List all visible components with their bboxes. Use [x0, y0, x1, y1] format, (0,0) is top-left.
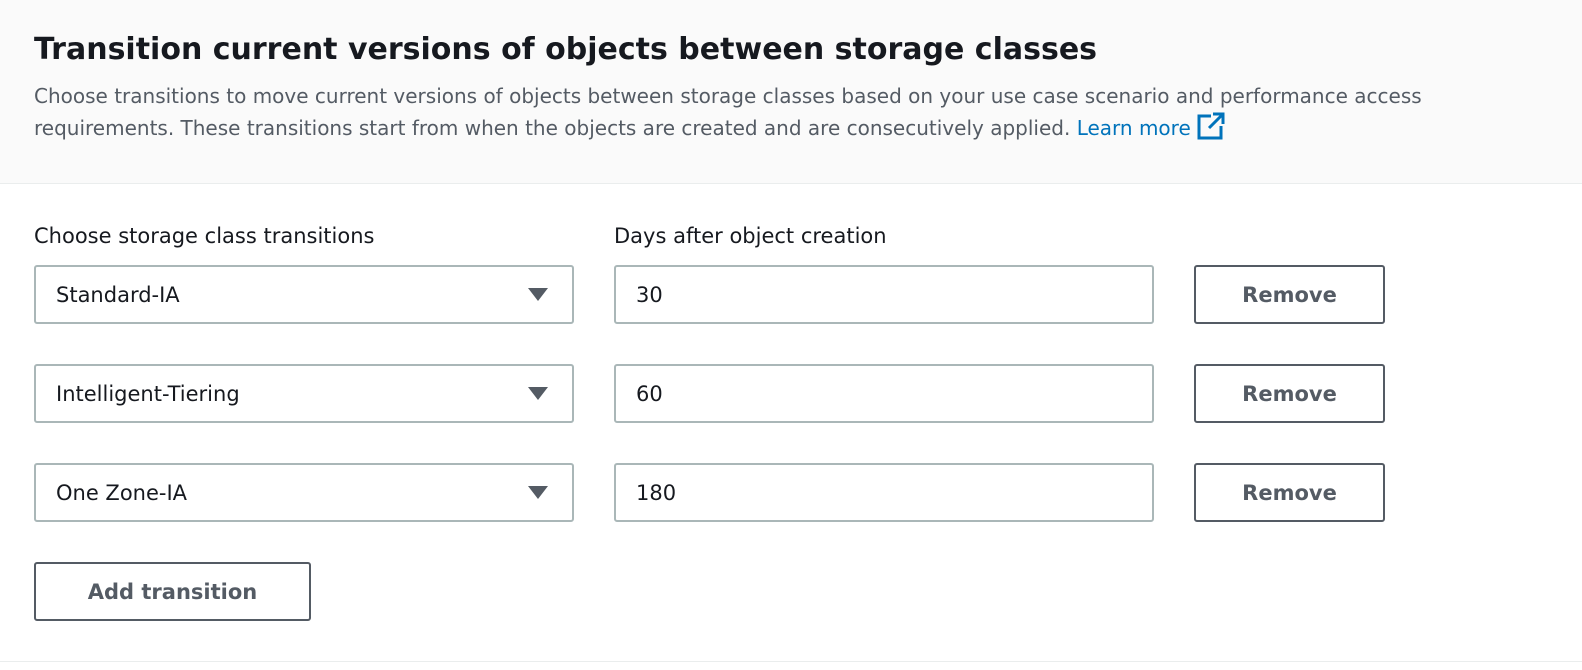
storage-class-value: Intelligent-Tiering — [56, 381, 240, 406]
transition-form: Choose storage class transitions Days af… — [0, 184, 1582, 621]
transition-rows: Standard-IA Remove Intelligent-Tiering R… — [34, 265, 1548, 522]
add-transition-button[interactable]: Add transition — [34, 562, 311, 621]
transition-row: One Zone-IA Remove — [34, 463, 1548, 522]
remove-button[interactable]: Remove — [1194, 463, 1385, 522]
caret-down-icon — [528, 387, 548, 400]
days-label: Days after object creation — [614, 224, 887, 248]
divider — [0, 661, 1582, 662]
transition-row: Intelligent-Tiering Remove — [34, 364, 1548, 423]
transition-row: Standard-IA Remove — [34, 265, 1548, 324]
caret-down-icon — [528, 486, 548, 499]
learn-more-link[interactable]: Learn more — [1076, 112, 1225, 140]
panel-title: Transition current versions of objects b… — [34, 32, 1098, 67]
remove-button[interactable]: Remove — [1194, 364, 1385, 423]
learn-more-label: Learn more — [1076, 116, 1191, 140]
storage-class-select[interactable]: Standard-IA — [34, 265, 574, 324]
external-link-icon — [1197, 112, 1225, 149]
panel-header: Transition current versions of objects b… — [0, 0, 1582, 184]
storage-class-select[interactable]: One Zone-IA — [34, 463, 574, 522]
storage-class-label: Choose storage class transitions — [34, 224, 375, 248]
panel-description: Choose transitions to move current versi… — [34, 80, 1534, 149]
remove-button[interactable]: Remove — [1194, 265, 1385, 324]
form-labels: Choose storage class transitions Days af… — [34, 220, 1548, 252]
days-input[interactable] — [614, 463, 1154, 522]
days-input[interactable] — [614, 364, 1154, 423]
days-input[interactable] — [614, 265, 1154, 324]
storage-class-value: One Zone-IA — [56, 480, 188, 505]
storage-class-select[interactable]: Intelligent-Tiering — [34, 364, 574, 423]
caret-down-icon — [528, 288, 548, 301]
transition-panel: Transition current versions of objects b… — [0, 0, 1582, 670]
storage-class-value: Standard-IA — [56, 282, 180, 307]
